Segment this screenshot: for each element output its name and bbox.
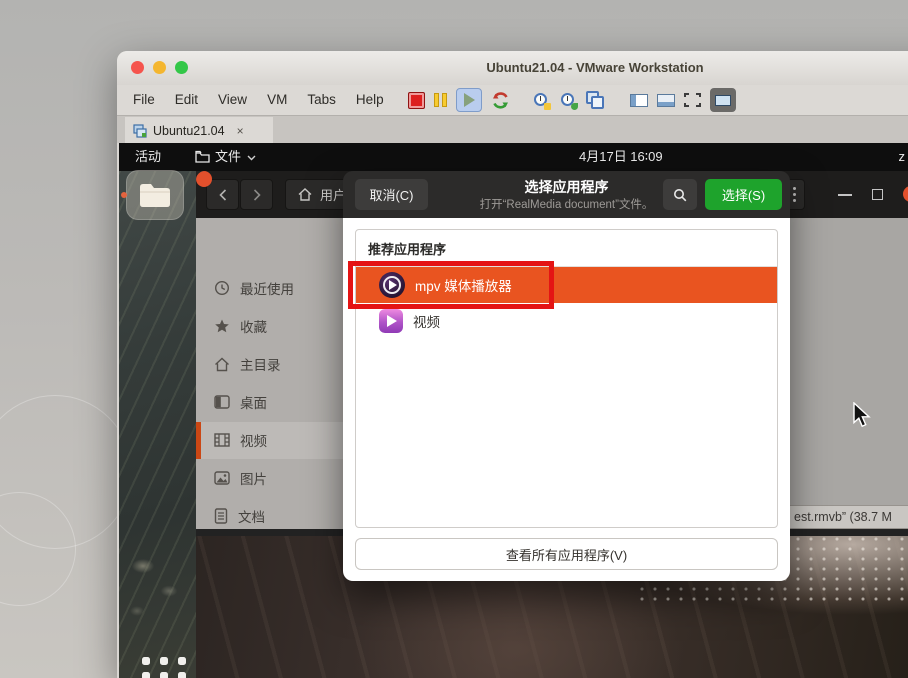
star-icon [214, 318, 230, 334]
guest-wallpaper-left [119, 171, 196, 678]
vm-tab-ubuntu[interactable]: Ubuntu21.04 × [125, 117, 273, 144]
maximize-button[interactable] [872, 189, 883, 200]
activities-button[interactable]: 活动 [135, 143, 161, 171]
host-desktop: Ubuntu21.04 - VMware Workstation File Ed… [0, 0, 908, 678]
menu-file[interactable]: File [123, 85, 165, 115]
guest-screen: 活动 文件 4月17日 16∶09 z [119, 143, 908, 678]
vmware-titlebar[interactable]: Ubuntu21.04 - VMware Workstation [117, 51, 908, 85]
select-button[interactable]: 选择(S) [705, 179, 782, 210]
gnome-videos-icon [379, 309, 403, 333]
menu-help[interactable]: Help [346, 85, 394, 115]
show-thumbnail-bar-icon[interactable] [657, 94, 675, 107]
focused-app-menu[interactable]: 文件 [215, 143, 241, 171]
dock-files-button[interactable] [126, 170, 184, 220]
dialog-header[interactable]: 取消(C) 选择应用程序 打开“RealMedia document”文件。 选… [343, 171, 790, 218]
videos-icon [214, 433, 230, 447]
sidebar-item-home[interactable]: 主目录 [196, 345, 345, 383]
sidebar-item-recent[interactable]: 最近使用 [196, 269, 345, 307]
pictures-icon [214, 471, 230, 485]
window-title: Ubuntu21.04 - VMware Workstation [117, 51, 908, 85]
take-snapshot-icon[interactable] [532, 91, 550, 109]
show-applications-button-row2[interactable] [142, 672, 186, 678]
annotation-red-box [348, 261, 554, 309]
input-method-indicator[interactable]: z [899, 143, 906, 171]
sidebar-item-starred[interactable]: 收藏 [196, 307, 345, 345]
vmware-tabstrip: Ubuntu21.04 × [117, 115, 908, 143]
app-label-videos: 视频 [413, 311, 440, 331]
choose-application-dialog: 取消(C) 选择应用程序 打开“RealMedia document”文件。 选… [343, 171, 790, 581]
menu-tabs[interactable]: Tabs [297, 85, 346, 115]
dock-running-indicator [121, 192, 127, 198]
minimize-button[interactable] [838, 194, 852, 196]
search-icon [673, 188, 687, 202]
vmware-window: Ubuntu21.04 - VMware Workstation File Ed… [117, 51, 908, 678]
folder-icon [195, 150, 210, 163]
menu-vm[interactable]: VM [257, 85, 297, 115]
reset-icon[interactable] [491, 91, 510, 110]
show-library-panel-icon[interactable] [630, 94, 648, 107]
gnome-topbar: 活动 文件 4月17日 16∶09 z [119, 143, 908, 171]
view-all-applications-button[interactable]: 查看所有应用程序(V) [355, 538, 778, 570]
close-button[interactable] [903, 186, 908, 202]
vm-tab-close-icon[interactable]: × [237, 124, 244, 138]
files-sidebar: 最近使用 收藏 主目录 桌面 [196, 218, 345, 529]
suspend-pause-icon[interactable] [434, 93, 447, 107]
revert-snapshot-icon[interactable] [559, 91, 577, 109]
sidebar-item-desktop[interactable]: 桌面 [196, 383, 345, 421]
snapshot-manager-icon[interactable] [586, 91, 604, 109]
desktop-icon [214, 395, 230, 409]
power-on-play-icon[interactable] [456, 88, 482, 112]
back-button[interactable] [206, 179, 239, 210]
console-view-icon[interactable] [710, 88, 736, 112]
documents-icon [214, 508, 228, 524]
search-button[interactable] [663, 179, 697, 210]
forward-button[interactable] [240, 179, 273, 210]
vmware-menubar: File Edit View VM Tabs Help [117, 85, 908, 115]
vm-tab-label: Ubuntu21.04 [153, 124, 225, 138]
sidebar-item-documents[interactable]: 文档 [196, 497, 345, 529]
clock-icon [214, 280, 230, 296]
vmware-toolbar [408, 88, 736, 112]
dialog-title: 选择应用程序 [433, 177, 700, 197]
menu-view[interactable]: View [208, 85, 257, 115]
vm-tab-icon [133, 124, 147, 138]
menu-edit[interactable]: Edit [165, 85, 208, 115]
power-off-icon[interactable] [408, 92, 425, 109]
sidebar-item-videos[interactable]: 视频 [196, 421, 345, 459]
fullscreen-icon[interactable] [684, 93, 701, 107]
sidebar-item-pictures[interactable]: 图片 [196, 459, 345, 497]
files-folder-icon [138, 181, 172, 208]
status-tooltip: est.rmvb” (38.7 M [788, 505, 908, 529]
home-icon [214, 357, 230, 372]
show-applications-button[interactable] [142, 657, 186, 665]
chevron-down-icon [247, 155, 256, 161]
home-icon [298, 188, 312, 201]
clock-label[interactable]: 4月17日 16∶09 [579, 143, 663, 171]
